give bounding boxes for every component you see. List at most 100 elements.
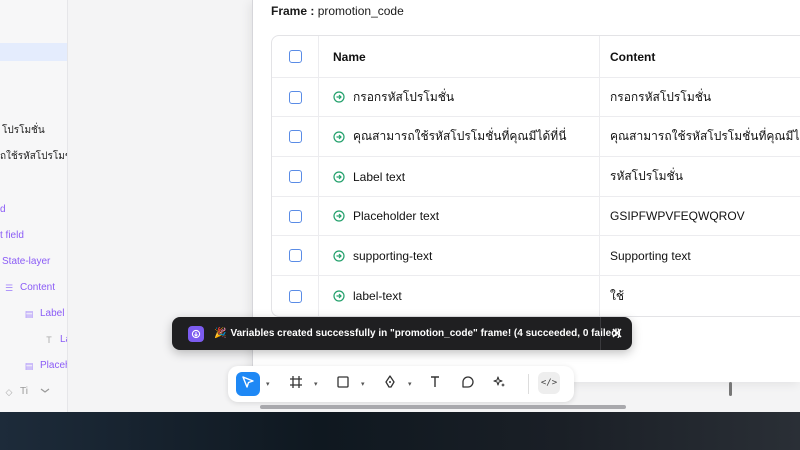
actions-tool-button[interactable] xyxy=(488,372,512,396)
frame-name: promotion_code xyxy=(317,4,404,18)
row-check-cell xyxy=(272,157,319,196)
row-name: supporting-text xyxy=(353,248,433,263)
layer-item[interactable]: t field xyxy=(0,228,24,244)
layer-item[interactable]: T La xyxy=(44,332,67,348)
table-header-row: Name Content xyxy=(272,36,800,78)
row-checkbox[interactable] xyxy=(288,130,302,143)
row-content: กรอกรหัสโปรโมชั่น xyxy=(610,89,712,104)
vertical-scrollbar[interactable] xyxy=(729,382,732,396)
cursor-arrow-icon xyxy=(241,375,255,394)
layer-label: Label xyxy=(40,308,65,319)
layer-item[interactable]: ◇ State-layer xyxy=(0,254,50,270)
row-content: ใช้ xyxy=(610,288,625,303)
row-check-cell xyxy=(272,236,319,275)
component-instance-icon: ◇ xyxy=(5,387,13,397)
column-header-name: Name xyxy=(319,36,600,77)
layer-label: La xyxy=(60,334,67,345)
layer-item[interactable]: ▤ Placeh xyxy=(24,358,68,374)
row-checkbox[interactable] xyxy=(288,90,302,104)
variable-link-icon xyxy=(333,290,345,302)
layer-item[interactable]: ▤ Label xyxy=(24,306,65,322)
frame-label-key: Frame : xyxy=(271,4,315,18)
layer-selected-highlight xyxy=(0,43,67,61)
table-row: label-text ใช้ xyxy=(272,276,800,316)
layer-item[interactable]: ☰ Content xyxy=(4,280,55,296)
layer-label: t field xyxy=(0,230,24,241)
desktop-background-strip xyxy=(0,412,800,450)
layer-label: d xyxy=(0,204,6,215)
row-content: รหัสโปรโมชั่น xyxy=(610,169,683,183)
row-name-cell: กรอกรหัสโปรโมชั่น xyxy=(319,78,600,116)
pen-tool-button[interactable] xyxy=(378,372,402,396)
row-checkbox[interactable] xyxy=(288,289,302,303)
frame-icon: ▤ xyxy=(24,309,34,319)
row-check-cell xyxy=(272,197,319,235)
column-header-content: Content xyxy=(610,49,656,64)
layer-item[interactable]: ◇ Ti xyxy=(4,384,50,400)
frame-tool-button[interactable] xyxy=(284,372,308,396)
chevron-down-icon[interactable]: ▾ xyxy=(361,380,365,388)
layer-label: Placeh xyxy=(40,360,68,371)
row-content: คุณสามารถใช้รหัสโปรโมชั่นที่คุณมีได้ที่น… xyxy=(610,129,800,143)
row-content: GSIPFWPVFEQWQROV xyxy=(610,209,745,223)
move-tool-button[interactable] xyxy=(236,372,260,396)
table-row: Label text รหัสโปรโมชั่น xyxy=(272,157,800,197)
layer-item[interactable]: d xyxy=(0,202,6,218)
variable-link-icon xyxy=(333,170,345,183)
variable-link-icon xyxy=(333,91,345,103)
variables-table: Name Content กรอกรหัสโปรโมชั่น กรอกรหัสโ… xyxy=(271,35,800,317)
chevron-down-icon[interactable]: ▾ xyxy=(314,380,318,388)
sparkle-icon xyxy=(493,375,507,394)
chevron-down-icon[interactable]: ▾ xyxy=(266,380,270,388)
frame-label: Frame : promotion_code xyxy=(271,4,404,18)
row-name-cell: supporting-text xyxy=(319,236,600,275)
comment-icon xyxy=(461,375,475,394)
layer-label: Content xyxy=(20,282,56,293)
toast-notification: 🎉 Variables created successfully in "pro… xyxy=(172,317,632,350)
row-name: label-text xyxy=(353,289,402,303)
bottom-toolbar: ▾ ▾ ▾ ▾ </> xyxy=(228,366,574,402)
row-checkbox[interactable] xyxy=(288,170,302,183)
toast-message: Variables created successfully in "promo… xyxy=(230,328,621,339)
rectangle-icon xyxy=(336,375,350,394)
hash-frame-icon xyxy=(289,375,303,394)
plugin-icon xyxy=(188,325,204,342)
row-content: Supporting text xyxy=(610,248,691,263)
layer-label: State-layer xyxy=(2,256,51,267)
table-row: กรอกรหัสโปรโมชั่น กรอกรหัสโปรโมชั่น xyxy=(272,78,800,117)
select-all-checkbox[interactable] xyxy=(288,50,302,63)
table-row: คุณสามารถใช้รหัสโปรโมชั่นที่คุณมีได้ที่น… xyxy=(272,117,800,157)
dev-mode-toggle[interactable]: </> xyxy=(538,372,560,394)
layer-label: โปรโมชั่น xyxy=(2,125,45,136)
select-all-cell xyxy=(272,36,319,77)
auto-layout-icon: ☰ xyxy=(4,283,14,293)
chevron-down-icon[interactable] xyxy=(40,384,50,400)
layer-label: ถใช้รหัสโปรโมชั่น xyxy=(0,151,67,162)
toast-close-button[interactable] xyxy=(609,326,624,341)
toolbar-divider xyxy=(528,374,529,394)
row-name-cell: Label text xyxy=(319,157,600,196)
pen-icon xyxy=(383,374,397,394)
text-tool-button[interactable] xyxy=(423,372,447,396)
text-layer-icon: T xyxy=(46,335,52,345)
row-name-cell: Placeholder text xyxy=(319,197,600,235)
row-name: คุณสามารถใช้รหัสโปรโมชั่นที่คุณมีได้ที่น… xyxy=(353,129,567,143)
row-check-cell xyxy=(272,78,319,116)
row-name: Label text xyxy=(353,169,406,184)
layer-item[interactable]: โปรโมชั่น xyxy=(2,123,45,139)
chevron-down-icon[interactable]: ▾ xyxy=(408,380,412,388)
layer-label: Ti xyxy=(20,386,28,397)
table-row: Placeholder text GSIPFWPVFEQWQROV xyxy=(272,197,800,236)
row-checkbox[interactable] xyxy=(288,249,302,262)
shape-tool-button[interactable] xyxy=(331,372,355,396)
layer-item[interactable]: ถใช้รหัสโปรโมชั่น xyxy=(0,149,67,165)
horizontal-scrollbar[interactable] xyxy=(260,405,626,409)
toast-divider xyxy=(600,317,601,350)
row-name: กรอกรหัสโปรโมชั่น xyxy=(353,89,455,104)
comment-tool-button[interactable] xyxy=(456,372,480,396)
layers-panel: โปรโมชั่น ถใช้รหัสโปรโมชั่น d t field ◇ … xyxy=(0,0,68,412)
row-checkbox[interactable] xyxy=(288,209,302,223)
row-name: Placeholder text xyxy=(353,209,440,223)
text-icon xyxy=(428,375,442,394)
variable-link-icon xyxy=(333,249,345,262)
